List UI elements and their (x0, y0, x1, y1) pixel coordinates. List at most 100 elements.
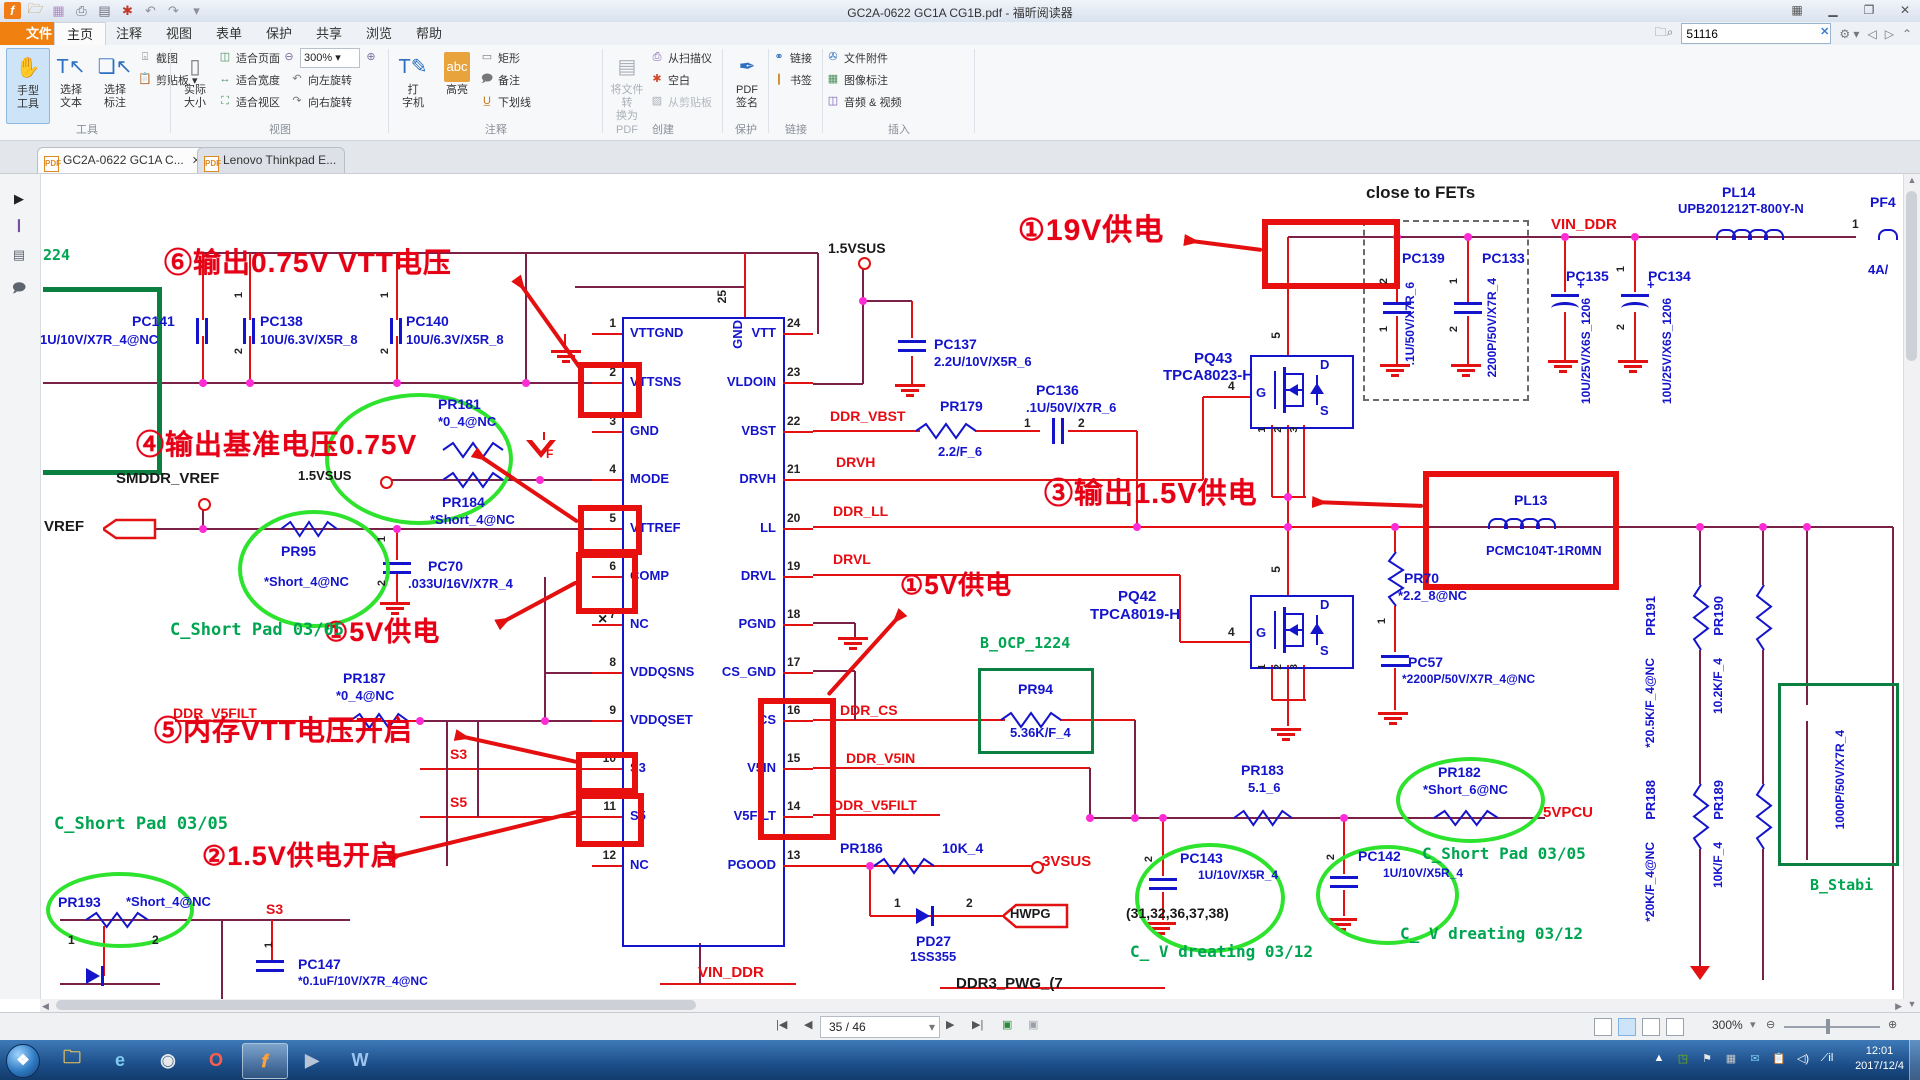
scroll-right-icon[interactable]: ▶ (1895, 1001, 1902, 1012)
search-in-document-icon[interactable]: 🗀⌕ (1655, 23, 1674, 44)
ribbon-button-rotate-left[interactable]: ↶向左旋转 (290, 70, 352, 89)
last-page-icon[interactable]: ▶| (972, 1018, 983, 1031)
tray-expand-arrow-icon[interactable]: ▲ (1650, 1052, 1668, 1068)
media-player-icon[interactable]: ▶ (290, 1043, 334, 1077)
update-icon[interactable]: ▦ (1722, 1052, 1740, 1068)
single-page-icon[interactable] (1594, 1018, 1612, 1036)
pin-number: 18 (787, 608, 800, 621)
ribbon-button-scanner[interactable]: ⎙从扫描仪 (650, 48, 712, 67)
ribbon-tab-浏览[interactable]: 浏览 (354, 22, 404, 45)
ribbon-button-fit-visible[interactable]: ⛶适合视区 (218, 92, 280, 111)
pages-panel-icon[interactable]: ▤ (9, 247, 29, 267)
ribbon-button-from-clipboard[interactable]: ▨从剪贴板 (650, 92, 712, 111)
ribbon-button-typewriter[interactable]: T✎打 字机 (392, 48, 434, 122)
word-icon[interactable]: W (338, 1043, 382, 1077)
ribbon-tab-保护[interactable]: 保护 (254, 22, 304, 45)
ribbon-button-image-annot[interactable]: ▦图像标注 (826, 70, 888, 89)
facing-page-icon[interactable] (1642, 1018, 1660, 1036)
pdf-page[interactable]: 1VTTGND2VTTSNS3GND4MODE5VTTREF6COMP7NC8V… (40, 173, 1904, 999)
prev-page-icon[interactable]: ◀ (804, 1018, 812, 1031)
search-clear-icon[interactable]: ✕ (1820, 25, 1829, 38)
nvidia-icon[interactable]: ◳ (1674, 1052, 1692, 1068)
horizontal-scrollbar[interactable]: ◀ ▶ (40, 999, 1904, 1012)
chrome-icon[interactable]: ◉ (146, 1043, 190, 1077)
ribbon-button-rect[interactable]: ▭矩形 (480, 48, 520, 67)
scroll-down-icon[interactable]: ▼ (1904, 999, 1920, 1009)
volume-icon[interactable]: ◁) (1794, 1052, 1812, 1068)
search-input[interactable] (1681, 23, 1831, 44)
foxit-reader-icon[interactable]: 𝒇 (242, 1043, 288, 1079)
ribbon-button-select-annot[interactable]: ❏↖选择 标注 (94, 48, 136, 122)
continuous-facing-icon[interactable] (1666, 1018, 1684, 1036)
snapshot-gray-icon[interactable]: ▣ (1028, 1018, 1038, 1031)
ribbon-button-blank[interactable]: ✱空白 (650, 70, 690, 89)
flag-icon[interactable]: ⚑ (1698, 1052, 1716, 1068)
start-button[interactable]: ❖ (6, 1044, 40, 1078)
ribbon-button-hand[interactable]: ✋手型 工具 (6, 48, 50, 124)
schematic-label: 1U/10V/X5R_4 (1198, 869, 1278, 882)
comments-panel-icon[interactable]: 🗩 (9, 279, 29, 299)
snapshot-green-icon[interactable]: ▣ (1002, 1018, 1012, 1031)
zoom-slider-track[interactable] (1784, 1026, 1880, 1028)
wire (1699, 849, 1701, 975)
ribbon-button-underline[interactable]: U̲下划线 (480, 92, 531, 111)
page-number-box[interactable]: 35 / 46 ▾ (820, 1016, 940, 1038)
document-tab[interactable]: PDFGC2A-0622 GC1A C...✕ (37, 147, 210, 173)
ribbon-button-rotate-right[interactable]: ↷向右旋转 (290, 92, 352, 111)
document-tab[interactable]: PDFLenovo Thinkpad E... (197, 147, 345, 173)
ribbon-tab-视图[interactable]: 视图 (154, 22, 204, 45)
ribbon-button-highlight[interactable]: abc高亮 (436, 48, 478, 122)
search-next-icon[interactable]: ▷ (1885, 27, 1894, 41)
ribbon-button-attach[interactable]: ✇文件附件 (826, 48, 888, 67)
ribbon-button-convert[interactable]: ▤将文件转 换为PDF (606, 48, 648, 122)
page-dropdown-icon[interactable]: ▾ (929, 1017, 935, 1037)
ribbon-tab-主页[interactable]: 主页 (54, 22, 106, 46)
ribbon-button-actual-size[interactable]: ▯实际 大小 (174, 48, 216, 122)
continuous-page-icon[interactable] (1618, 1018, 1636, 1036)
restore-button[interactable]: ❐ (1858, 2, 1880, 19)
internet-explorer-icon[interactable]: e (98, 1043, 142, 1077)
search-prev-icon[interactable]: ◁ (1867, 27, 1876, 41)
ribbon-button-link[interactable]: ⚭链接 (772, 48, 812, 67)
network-icon[interactable]: ⟋il (1818, 1052, 1836, 1068)
zoom-level-box[interactable]: 300% ▾ (300, 48, 360, 68)
hscroll-thumb[interactable] (56, 1000, 696, 1010)
ribbon-button-select-text[interactable]: T↖选择 文本 (50, 48, 92, 122)
vscroll-thumb[interactable] (1906, 191, 1917, 361)
zoom-out-icon[interactable]: ⊖ (1766, 1018, 1775, 1031)
zoom-in-icon[interactable]: ⊕ (364, 51, 378, 64)
next-page-icon[interactable]: ▶ (946, 1018, 954, 1031)
vertical-scrollbar[interactable]: ▲ ▼ (1903, 173, 1920, 1012)
grid-view-button[interactable]: ▦ (1786, 2, 1808, 19)
zoom-in-icon[interactable]: ⊕ (1888, 1018, 1897, 1031)
ribbon-button-pdf-sign[interactable]: ✒PDF 签名 (726, 48, 768, 122)
ribbon-button-note[interactable]: 🗩备注 (480, 70, 520, 89)
ribbon-button-bookmark[interactable]: ❙书签 (772, 70, 812, 89)
scroll-left-icon[interactable]: ◀ (42, 1001, 49, 1012)
minimize-button[interactable]: ▁ (1822, 2, 1844, 19)
ribbon-tab-表单[interactable]: 表单 (204, 22, 254, 45)
taskbar-clock[interactable]: 12:01 2017/12/4 (1855, 1044, 1904, 1074)
first-page-icon[interactable]: |◀ (776, 1018, 787, 1031)
windows-explorer-icon[interactable]: 🗀 (50, 1043, 94, 1077)
close-button[interactable]: ✕ (1894, 2, 1916, 19)
ribbon-button-media[interactable]: ◫音频 & 视频 (826, 92, 901, 111)
clipboard-icon[interactable]: 📋 (1770, 1052, 1788, 1068)
ribbon-tab-共享[interactable]: 共享 (304, 22, 354, 45)
zoom-slider-handle[interactable] (1826, 1019, 1830, 1034)
bookmarks-panel-icon[interactable]: ❙ (9, 217, 29, 237)
show-desktop-button[interactable] (1909, 1040, 1920, 1080)
ribbon-button-fit-width[interactable]: ↔适合宽度 (218, 70, 280, 89)
scroll-up-icon[interactable]: ▲ (1904, 175, 1920, 185)
expand-panel-arrow-icon[interactable]: ▶ (9, 191, 29, 211)
ribbon-tab-帮助[interactable]: 帮助 (404, 22, 454, 45)
ribbon-button-fit-page[interactable]: ◫适合页面 (218, 48, 280, 67)
ribbon-tab-注释[interactable]: 注释 (104, 22, 154, 45)
messenger-icon[interactable]: ✉ (1746, 1052, 1764, 1068)
opera-icon[interactable]: O (194, 1043, 238, 1077)
zoom-out-icon[interactable]: ⊖ (282, 51, 296, 64)
zoom-dropdown-icon[interactable]: ▾ (1750, 1018, 1756, 1031)
search-collapse-icon[interactable]: ⌃ (1902, 27, 1912, 41)
search-settings-gear-icon[interactable]: ⚙ ▾ (1839, 27, 1859, 41)
pin-name: PGND (681, 617, 776, 631)
